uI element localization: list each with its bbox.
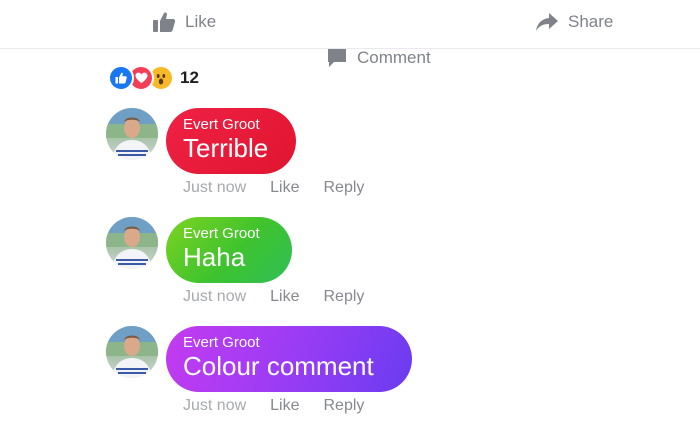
reactions-summary[interactable]: 12 xyxy=(108,65,199,91)
comment-meta: Just now Like Reply xyxy=(183,287,364,307)
comment-like-link[interactable]: Like xyxy=(270,288,299,306)
comment-bubble[interactable]: Evert Groot Haha xyxy=(166,217,292,283)
comment-reply-link[interactable]: Reply xyxy=(324,288,365,306)
comment-author[interactable]: Evert Groot xyxy=(183,334,394,351)
comment-button[interactable]: Comment xyxy=(326,8,700,108)
like-button-label: Like xyxy=(185,12,217,31)
comment-author[interactable]: Evert Groot xyxy=(183,225,274,242)
avatar[interactable] xyxy=(106,108,158,160)
comment-text: Haha xyxy=(183,242,246,272)
comment-meta: Just now Like Reply xyxy=(183,178,364,198)
comment-meta: Just now Like Reply xyxy=(183,396,364,416)
avatar[interactable] xyxy=(106,326,158,378)
comment-reply-link[interactable]: Reply xyxy=(324,179,365,197)
comment-button-label: Comment xyxy=(357,48,431,67)
speech-bubble-icon xyxy=(326,47,348,69)
like-button[interactable]: Like xyxy=(152,8,216,36)
like-reaction-icon xyxy=(108,65,134,91)
comment-item: Evert Groot Colour comment Just now Like… xyxy=(106,326,686,426)
comment-timestamp[interactable]: Just now xyxy=(183,288,246,306)
comment-like-link[interactable]: Like xyxy=(270,179,299,197)
comment-text: Colour comment xyxy=(183,351,374,381)
share-button[interactable]: Share xyxy=(535,8,613,36)
comment-bubble[interactable]: Evert Groot Terrible xyxy=(166,108,296,174)
comment-timestamp[interactable]: Just now xyxy=(183,397,246,415)
avatar[interactable] xyxy=(106,217,158,269)
share-arrow-icon xyxy=(535,12,559,32)
comment-text: Terrible xyxy=(183,133,269,163)
comment-bubble[interactable]: Evert Groot Colour comment xyxy=(166,326,412,392)
comment-item: Evert Groot Terrible Just now Like Reply xyxy=(106,108,686,208)
comment-reply-link[interactable]: Reply xyxy=(324,397,365,415)
comment-author[interactable]: Evert Groot xyxy=(183,116,278,133)
reaction-count[interactable]: 12 xyxy=(180,68,199,88)
thumbs-up-icon xyxy=(152,11,176,33)
comment-timestamp[interactable]: Just now xyxy=(183,179,246,197)
post-action-bar: Like Comment Share xyxy=(0,0,700,67)
comment-item: Evert Groot Haha Just now Like Reply xyxy=(106,217,686,317)
comment-like-link[interactable]: Like xyxy=(270,397,299,415)
share-button-label: Share xyxy=(568,12,614,31)
